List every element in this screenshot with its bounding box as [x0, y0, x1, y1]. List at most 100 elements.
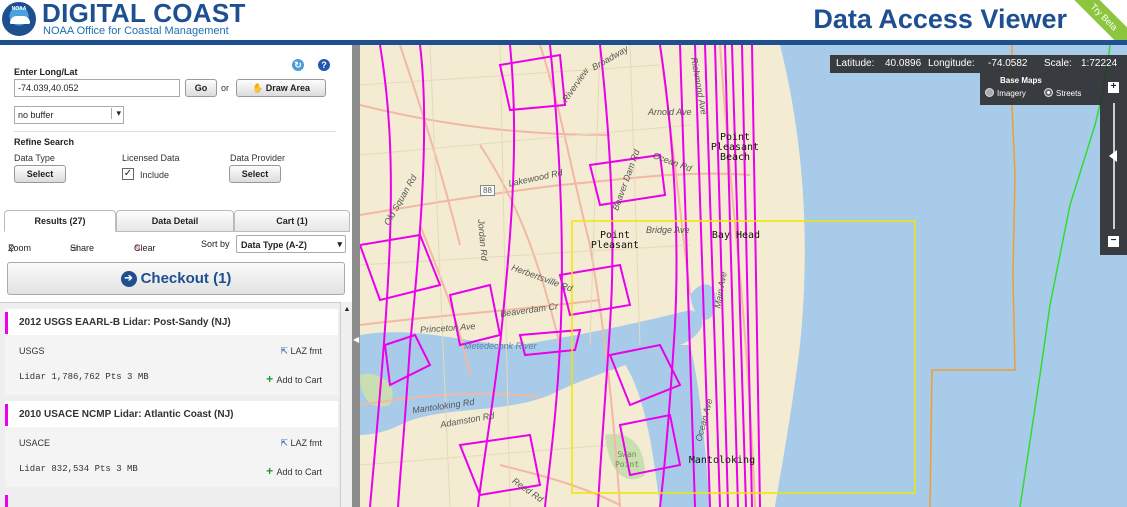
scale-value: 1:72224: [1081, 58, 1118, 69]
format-link[interactable]: ⇱ LAZ fmt: [280, 438, 322, 449]
coordinate-readout: Latitude: 40.0896 Longitude: -74.0582 Sc…: [830, 55, 1127, 73]
result-provider: USGS: [19, 346, 45, 356]
help-icon[interactable]: ?: [318, 59, 330, 71]
road-label: Bridge Ave: [646, 225, 690, 235]
noaa-logo-icon[interactable]: NOAA: [2, 2, 36, 36]
plus-icon: +: [266, 464, 277, 478]
format-link[interactable]: ⇱ LAZ fmt: [280, 346, 322, 357]
format-label: LAZ fmt: [290, 438, 322, 448]
plus-icon: +: [266, 372, 277, 386]
latitude-value: 40.0896: [885, 58, 922, 69]
zoom-slider-track[interactable]: [1113, 103, 1115, 229]
provider-select-button[interactable]: Select: [229, 165, 281, 183]
brand-subtitle: NOAA Office for Coastal Management: [43, 25, 229, 37]
share-label: Share: [70, 243, 95, 253]
hand-icon: ✋: [252, 83, 266, 93]
radio-selected-icon: [1044, 88, 1053, 97]
result-title[interactable]: 2012 USGS EAARL-B Lidar: Post-Sandy (NJ): [19, 317, 231, 328]
scroll-up-icon[interactable]: ▲: [343, 306, 351, 314]
scale-label: Scale:: [1044, 58, 1072, 69]
add-to-cart-label: Add to Cart: [276, 467, 322, 477]
zoom-out-button[interactable]: −: [1108, 236, 1119, 247]
long-lat-label: Enter Long/Lat: [14, 67, 78, 77]
data-type-select-button[interactable]: Select: [14, 165, 66, 183]
route-shield: 88: [480, 185, 495, 196]
basemap-imagery-option[interactable]: Imagery: [985, 88, 1026, 98]
results-scrollbar[interactable]: ▲: [340, 302, 352, 507]
long-lat-input[interactable]: -74.039,40.052: [14, 79, 180, 97]
sort-label: Sort by: [201, 239, 230, 249]
format-label: LAZ fmt: [290, 346, 322, 356]
tab-data-detail[interactable]: Data Detail: [116, 210, 234, 232]
basemap-switcher: Base Maps Imagery Streets: [980, 73, 1100, 105]
buffer-select[interactable]: no buffer ▾: [14, 106, 124, 124]
result-title-row: 2010 USACE NCMP Lidar: Atlantic Coast (N…: [5, 401, 338, 427]
latitude-label: Latitude:: [836, 58, 875, 69]
ocean-area: [775, 45, 1127, 507]
result-provider: USACE: [19, 438, 51, 448]
result-color-stripe: [5, 312, 8, 334]
refresh-icon[interactable]: ↻: [292, 59, 304, 71]
place-label: Mantoloking: [688, 455, 756, 466]
place-label: Point Pleasant Beach: [710, 132, 760, 163]
add-to-cart-label: Add to Cart: [276, 375, 322, 385]
go-button[interactable]: Go: [185, 79, 217, 97]
search-panel: Enter Long/Lat ↻ ? -74.039,40.052 Go or …: [0, 45, 352, 507]
tab-results[interactable]: Results (27): [4, 210, 116, 232]
chevron-down-icon: ▾: [337, 239, 342, 249]
result-title[interactable]: 2010 USACE NCMP Lidar: Atlantic Coast (N…: [19, 409, 234, 420]
result-color-stripe: [5, 404, 8, 426]
add-to-cart-button[interactable]: + Add to Cart: [266, 464, 322, 478]
noaa-logo-text: NOAA: [11, 6, 27, 12]
panel-collapse-handle[interactable]: ◀: [352, 45, 360, 507]
section-divider: [14, 131, 336, 132]
chevron-down-icon: ▾: [111, 108, 121, 119]
imagery-label: Imagery: [997, 89, 1026, 98]
zoom-in-button[interactable]: +: [1108, 82, 1119, 93]
buffer-value: no buffer: [18, 110, 54, 120]
basemap-streets-option[interactable]: Streets: [1044, 88, 1081, 98]
draw-area-button[interactable]: ✋ Draw Area: [236, 79, 326, 97]
include-label: Include: [140, 170, 170, 180]
checkout-label: Checkout (1): [140, 270, 232, 287]
result-color-stripe: [5, 495, 8, 507]
add-to-cart-button[interactable]: + Add to Cart: [266, 372, 322, 386]
refine-title: Refine Search: [14, 137, 75, 147]
sort-value: Data Type (A-Z): [241, 240, 307, 250]
radio-icon: [985, 88, 994, 97]
bird-icon: [10, 16, 30, 24]
road-label: Arnold Ave: [648, 107, 692, 117]
water-label: Metedeconk River: [464, 341, 537, 351]
map-drawing: [360, 45, 1127, 507]
sort-select[interactable]: Data Type (A-Z) ▾: [236, 235, 346, 253]
list-item[interactable]: 2012 USGS EAARL-B Lidar: Post-Sandy (NJ)…: [5, 309, 338, 395]
longitude-value: -74.0582: [988, 58, 1028, 69]
results-list: 2012 USGS EAARL-B Lidar: Post-Sandy (NJ)…: [0, 302, 340, 507]
or-label: or: [221, 83, 230, 93]
chevron-left-icon: ◀: [353, 335, 360, 344]
zoom-control: + −: [1100, 73, 1127, 255]
result-title-row: 2012 USGS EAARL-B Lidar: Post-Sandy (NJ): [5, 309, 338, 335]
checkout-button[interactable]: ➔ Checkout (1): [7, 262, 345, 295]
list-item[interactable]: 2010 USACE NCMP Lidar: Atlantic Coast (N…: [5, 401, 338, 487]
tab-cart[interactable]: Cart (1): [234, 210, 350, 232]
clear-label: Clear: [134, 243, 156, 253]
app-title: Data Access Viewer: [813, 4, 1067, 34]
external-link-icon: ⇱: [280, 346, 291, 356]
streets-label: Streets: [1056, 89, 1082, 98]
data-type-label: Data Type: [14, 153, 55, 163]
draw-area-label: Draw Area: [265, 83, 310, 93]
place-label: Bay Head: [711, 230, 761, 241]
include-checkbox[interactable]: ✓: [122, 168, 134, 180]
place-label: Swan Point: [614, 450, 640, 469]
longitude-label: Longitude:: [928, 58, 975, 69]
result-meta: Lidar 1,786,762 Pts 3 MB: [19, 372, 149, 382]
app-header: NOAA DIGITAL COAST NOAA Office for Coast…: [0, 0, 1127, 56]
map-canvas[interactable]: Broadway Riverview Arnold Ave Ocean Rd O…: [360, 45, 1127, 507]
arrow-right-icon: ➔: [120, 271, 137, 287]
result-meta: Lidar 832,534 Pts 3 MB: [19, 464, 138, 474]
licensed-label: Licensed Data: [122, 153, 180, 163]
provider-label: Data Provider: [230, 153, 286, 163]
zoom-slider-thumb[interactable]: [1109, 150, 1117, 162]
results-toolbar: ⚲ Zoom ▭ Share ✎ Clear Sort by Data Type…: [0, 235, 352, 253]
